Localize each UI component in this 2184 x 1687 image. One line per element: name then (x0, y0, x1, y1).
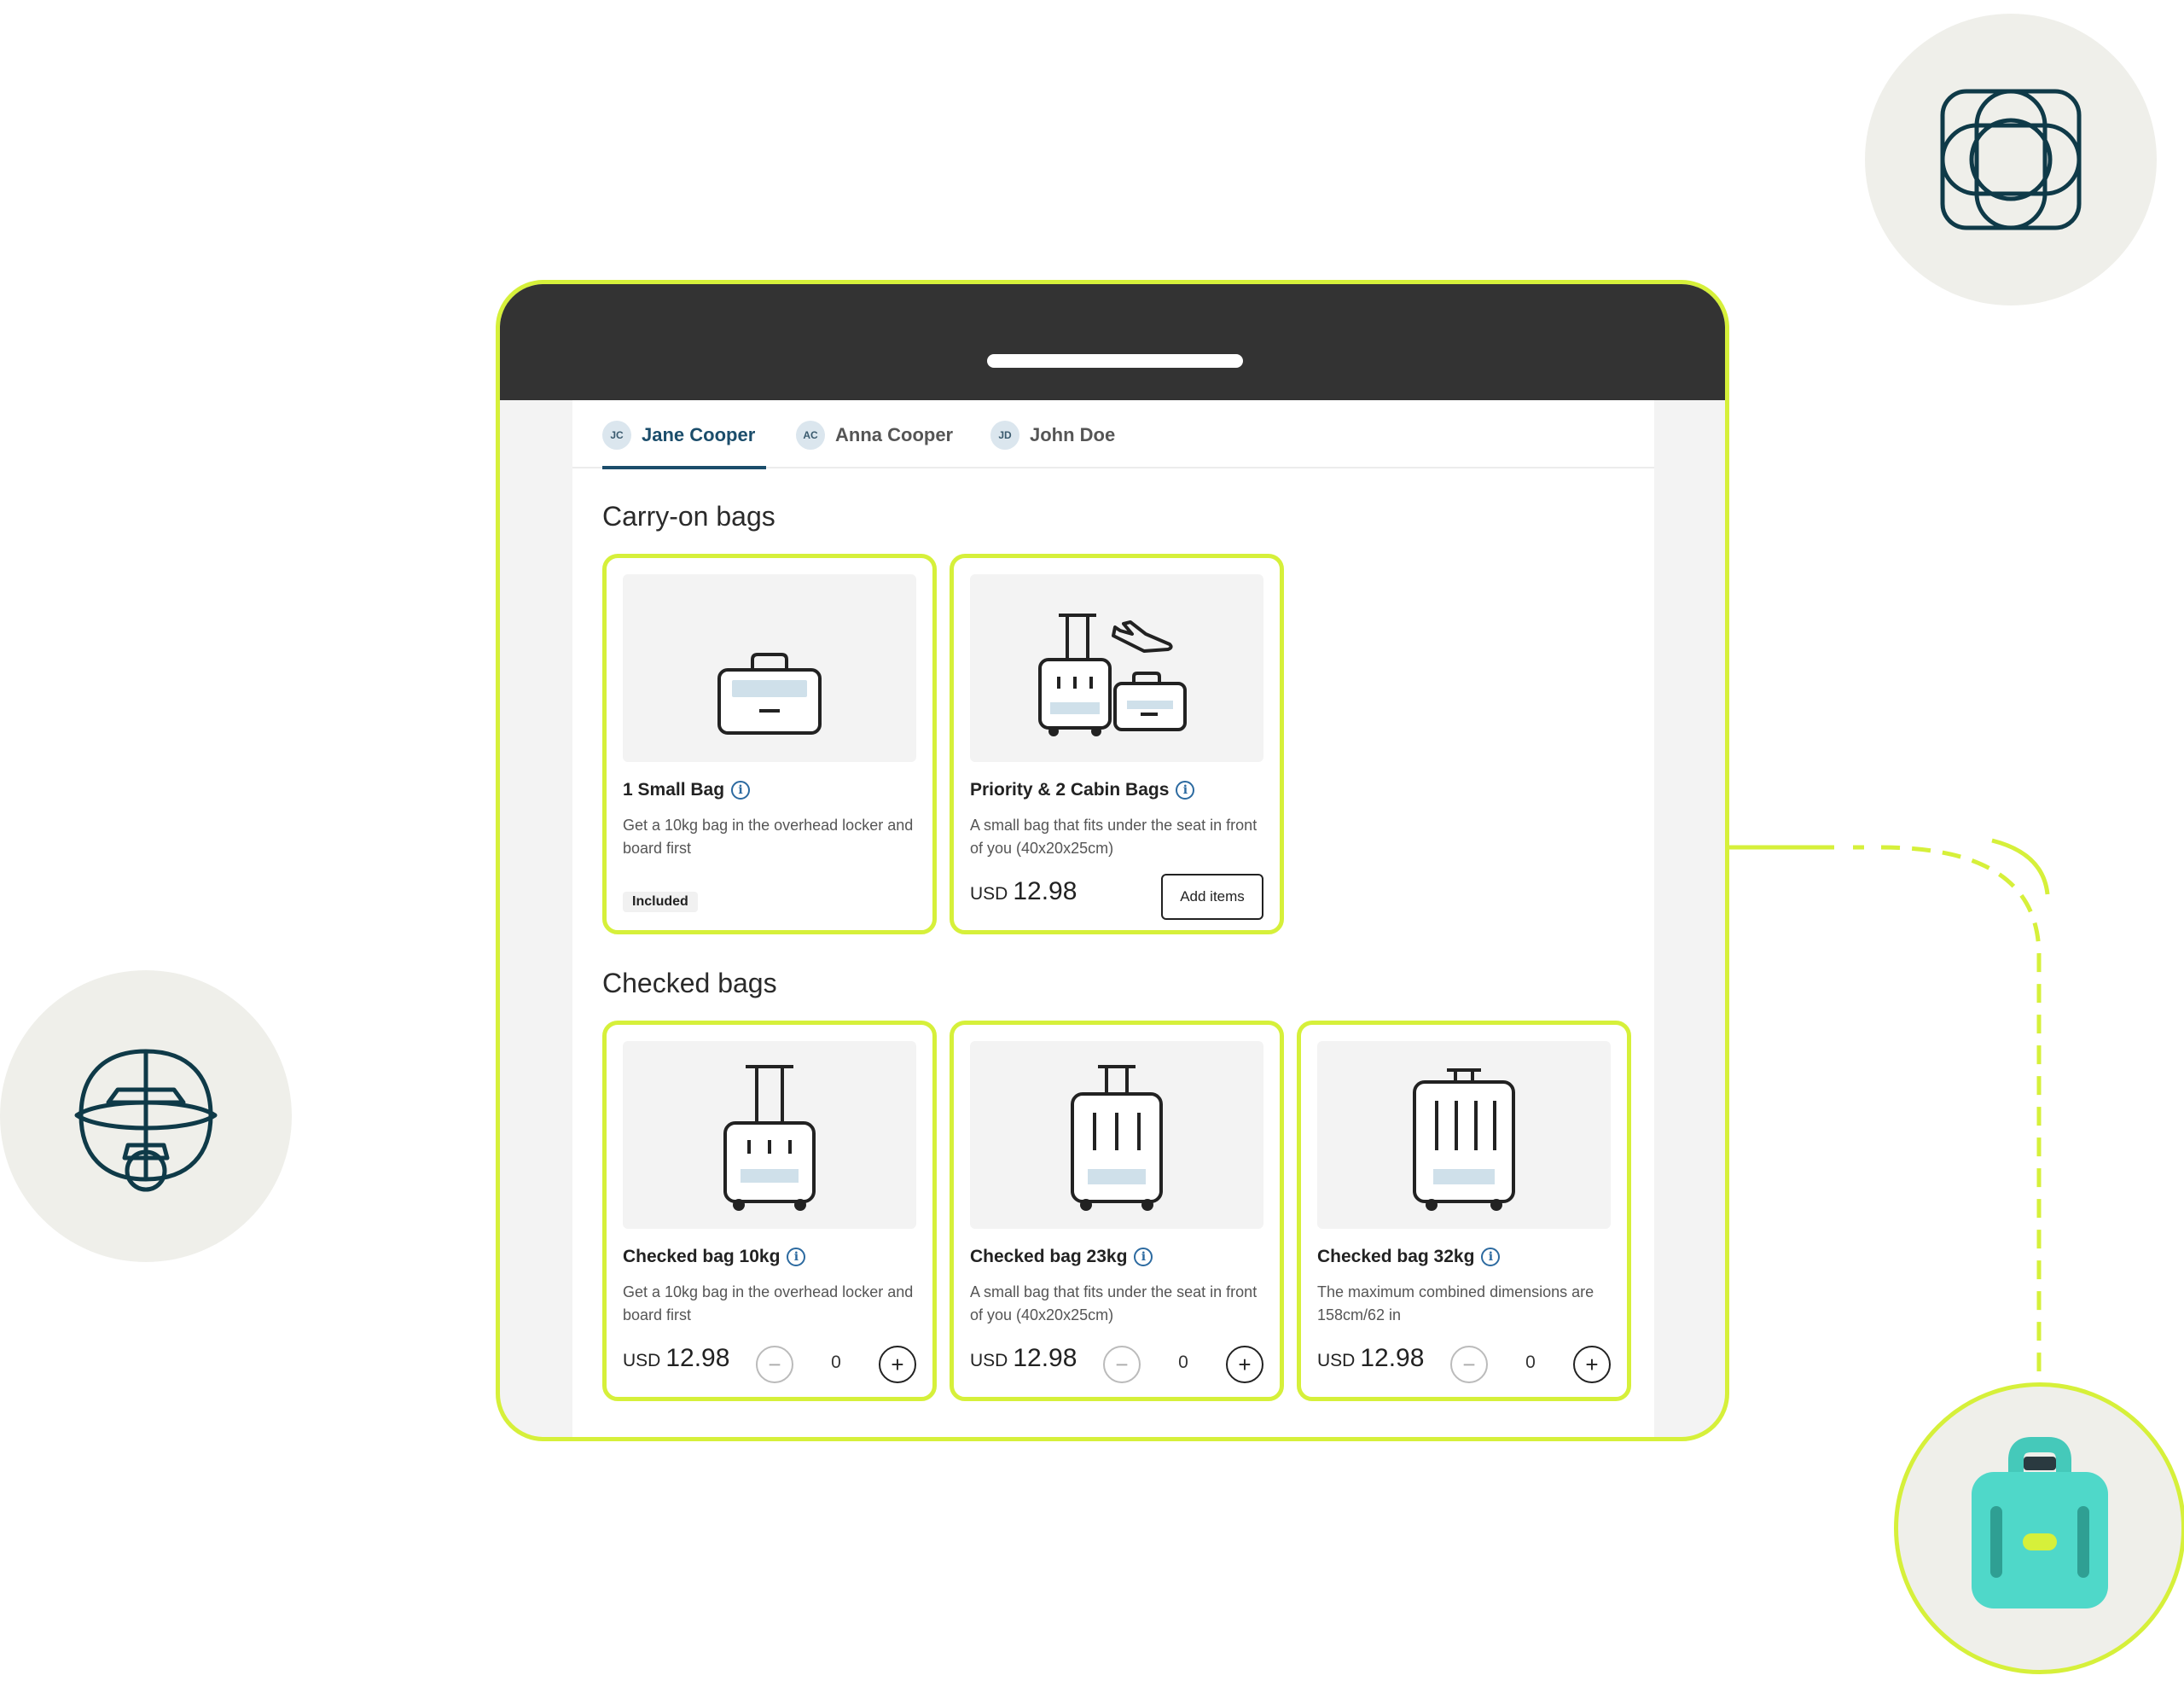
bag-thumbnail (1317, 1041, 1611, 1229)
tab-john-doe[interactable]: JD John Doe (990, 421, 1115, 468)
price-currency: USD (970, 1351, 1008, 1370)
checked-bag-23kg-card[interactable]: Checked bag 23kg i A small bag that fits… (950, 1021, 1284, 1401)
avatar: JD (990, 421, 1019, 450)
quantity-stepper: − 0 + (1450, 1346, 1611, 1383)
suitcase-small-icon (723, 1065, 816, 1211)
avatar: AC (796, 421, 825, 450)
included-badge: Included (623, 892, 698, 912)
price-currency: USD (623, 1351, 661, 1370)
info-icon[interactable]: i (731, 781, 751, 800)
price: USD 12.98 (970, 1344, 1077, 1373)
card-title-text: Checked bag 10kg (623, 1247, 781, 1266)
price-amount: 12.98 (1360, 1344, 1425, 1372)
add-items-button[interactable]: Add items (1161, 874, 1263, 920)
quantity-stepper: − 0 + (756, 1346, 916, 1383)
card-title: Checked bag 32kg i (1317, 1247, 1501, 1267)
quantity-value: 0 (1178, 1353, 1188, 1372)
tab-label: John Doe (1030, 424, 1116, 445)
price-amount: 12.98 (1013, 877, 1077, 905)
card-title: Checked bag 23kg i (970, 1247, 1153, 1267)
small-bag-card[interactable]: 1 Small Bag i Get a 10kg bag in the over… (602, 554, 937, 934)
small-bag-icon (717, 653, 822, 735)
checked-bag-10kg-card[interactable]: Checked bag 10kg i Get a 10kg bag in the… (602, 1021, 937, 1401)
suitcase-large-icon (1413, 1068, 1515, 1211)
luggage-badge (1894, 1382, 2184, 1674)
tablet-top-bar (500, 284, 1725, 400)
suitcase-medium-icon (1071, 1065, 1163, 1211)
flower-badge (1865, 14, 2157, 305)
luggage-icon (1972, 1437, 2108, 1608)
card-description: Get a 10kg bag in the overhead locker an… (623, 1283, 914, 1323)
price: USD 12.98 (1317, 1344, 1424, 1373)
cabin-bags-icon (1038, 614, 1187, 736)
decrement-button[interactable]: − (1103, 1346, 1141, 1383)
bag-thumbnail (623, 574, 916, 762)
avatar: JC (602, 421, 631, 450)
quantity-value: 0 (1525, 1353, 1536, 1372)
card-title-text: Checked bag 32kg (1317, 1247, 1475, 1266)
price-currency: USD (1317, 1351, 1356, 1370)
bag-thumbnail (970, 1041, 1263, 1229)
decrement-button[interactable]: − (1450, 1346, 1488, 1383)
tablet-handle (987, 354, 1243, 368)
card-title-text: 1 Small Bag (623, 780, 725, 800)
tab-jane-cooper[interactable]: JC Jane Cooper (602, 421, 766, 469)
info-icon[interactable]: i (787, 1248, 806, 1266)
card-title: 1 Small Bag i (623, 780, 751, 800)
tablet-frame: JC Jane Cooper AC Anna Cooper JD John Do… (496, 280, 1729, 1441)
bag-thumbnail (970, 574, 1263, 762)
tab-label: Anna Cooper (835, 424, 954, 445)
tab-anna-cooper[interactable]: AC Anna Cooper (796, 421, 953, 468)
info-icon[interactable]: i (1134, 1248, 1153, 1266)
plane-badge (0, 970, 292, 1262)
decrement-button[interactable]: − (756, 1346, 793, 1383)
card-title: Priority & 2 Cabin Bags i (970, 780, 1195, 800)
card-description: The maximum combined dimensions are 158c… (1317, 1283, 1594, 1323)
price-amount: 12.98 (1013, 1344, 1077, 1372)
flower-icon (1940, 89, 2082, 230)
checked-bag-32kg-card[interactable]: Checked bag 32kg i The maximum combined … (1297, 1021, 1631, 1401)
price-currency: USD (970, 884, 1008, 904)
increment-button[interactable]: + (879, 1346, 916, 1383)
baggage-panel: JC Jane Cooper AC Anna Cooper JD John Do… (572, 400, 1654, 1437)
card-title: Checked bag 10kg i (623, 1247, 806, 1267)
increment-button[interactable]: + (1226, 1346, 1263, 1383)
bag-thumbnail (623, 1041, 916, 1229)
checked-bags-title: Checked bags (602, 968, 777, 998)
price: USD 12.98 (623, 1344, 729, 1373)
increment-button[interactable]: + (1573, 1346, 1611, 1383)
info-icon[interactable]: i (1176, 781, 1195, 800)
price: USD 12.98 (970, 877, 1077, 906)
card-title-text: Checked bag 23kg (970, 1247, 1128, 1266)
carry-on-title: Carry-on bags (602, 501, 775, 532)
price-amount: 12.98 (665, 1344, 730, 1372)
tab-label: Jane Cooper (642, 424, 756, 445)
card-description: Get a 10kg bag in the overhead locker an… (623, 817, 914, 857)
info-icon[interactable]: i (1481, 1248, 1501, 1266)
card-description: A small bag that fits under the seat in … (970, 817, 1258, 857)
plane-icon (74, 1049, 218, 1192)
card-description: A small bag that fits under the seat in … (970, 1283, 1258, 1323)
card-title-text: Priority & 2 Cabin Bags (970, 780, 1170, 800)
quantity-value: 0 (831, 1353, 841, 1372)
passenger-tabs: JC Jane Cooper AC Anna Cooper JD John Do… (572, 400, 1654, 469)
quantity-stepper: − 0 + (1103, 1346, 1263, 1383)
priority-cabin-bags-card[interactable]: Priority & 2 Cabin Bags i A small bag th… (950, 554, 1284, 934)
